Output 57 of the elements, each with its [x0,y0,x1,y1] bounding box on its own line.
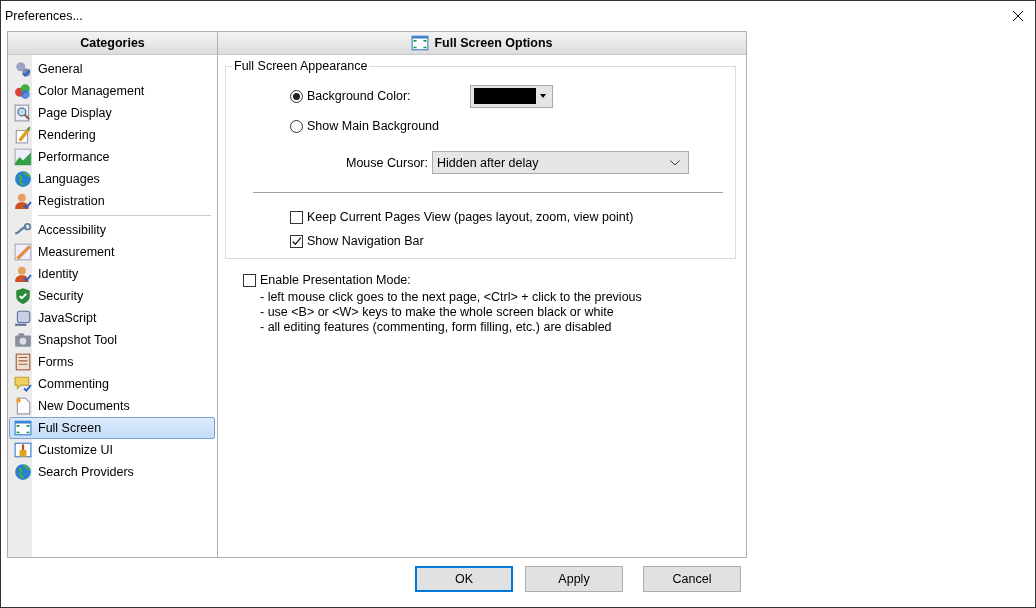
panel-title: Full Screen Options [434,36,553,50]
category-item[interactable]: General [9,58,215,80]
category-item[interactable]: Search Providers [9,461,215,483]
close-icon[interactable] [1013,11,1023,21]
fullscreen-icon [411,34,430,52]
category-item[interactable]: Languages [9,168,215,190]
globe-icon [14,463,32,481]
category-item[interactable]: Full Screen [9,417,215,439]
checkbox-option[interactable]: Show Navigation Bar [290,229,424,253]
category-item[interactable]: Security [9,285,215,307]
dialog-button[interactable]: Apply [525,566,623,592]
ruler-icon [14,243,32,261]
paint-window-icon [14,441,32,459]
checkbox-option[interactable]: Keep Current Pages View (pages layout, zoom, view point) [290,205,634,229]
speech-bubble-icon [14,375,32,393]
category-item[interactable]: New Documents [9,395,215,417]
shield-icon [14,287,32,305]
radio-option[interactable]: Background Color: [290,89,411,103]
globe-icon [14,170,32,188]
radio-option[interactable]: Show Main Background [290,119,440,133]
note-text: - use <B> or <W> keys to make the whole screen black or white [259,304,615,320]
brush-icon [14,126,32,144]
window-title: Preferences... [5,9,83,23]
category-item[interactable]: Forms [9,351,215,373]
checkbox-option[interactable]: Enable Presentation Mode: [243,273,411,287]
form-icon [14,353,32,371]
circles-icon [14,82,32,100]
category-item[interactable]: Rendering [9,124,215,146]
group-title: Full Screen Appearance [233,59,369,73]
person-icon [14,265,32,283]
category-item[interactable]: Performance [9,146,215,168]
dialog-button[interactable]: OK [415,566,513,592]
fullscreen-icon [14,419,32,437]
category-item[interactable]: Snapshot Tool [9,329,215,351]
camera-icon [14,331,32,349]
document-icon [14,397,32,415]
category-item[interactable]: Registration [9,190,215,212]
category-item[interactable]: Page Display [9,102,215,124]
category-item[interactable]: Identity [9,263,215,285]
category-item[interactable]: Customize UI [9,439,215,461]
caret-icon [539,94,546,98]
field-label: Mouse Cursor: [346,155,428,170]
categories-header: Categories [8,32,217,55]
note-text: - left mouse click goes to the next page, <Ctrl> + click to the previous [259,289,643,305]
category-item[interactable]: Accessibility [9,219,215,241]
chevron-icon [670,159,680,166]
category-item[interactable]: Commenting [9,373,215,395]
magnifier-icon [14,104,32,122]
dialog-button[interactable]: Cancel [643,566,741,592]
category-item[interactable]: Color Management [9,80,215,102]
chart-icon [14,148,32,166]
check-icon [291,235,302,247]
note-text: - all editing features (commenting, form filling, etc.) are disabled [259,319,613,335]
category-item[interactable]: JavaScript [9,307,215,329]
category-item[interactable]: Measurement [9,241,215,263]
color-picker[interactable] [469,84,553,108]
mouse-cursor-dropdown[interactable]: Hidden after delay [432,151,689,174]
